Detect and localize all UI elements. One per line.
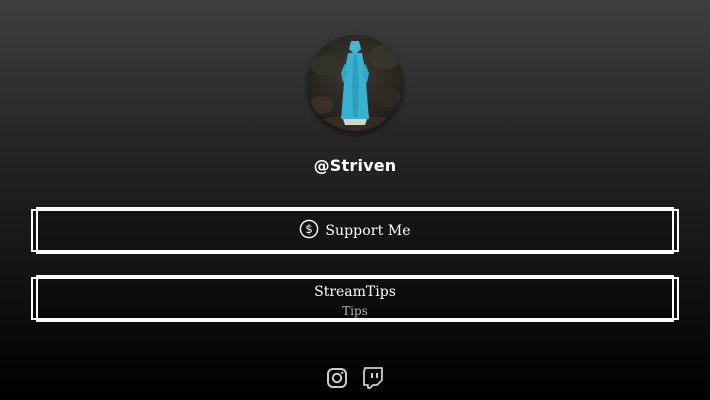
avatar xyxy=(307,35,403,131)
streamtips-title: StreamTips xyxy=(314,284,396,300)
dollar-circle-icon: $ xyxy=(299,219,319,239)
instagram-icon[interactable] xyxy=(325,366,349,390)
avatar-image xyxy=(307,35,403,131)
support-me-button[interactable]: $ Support Me xyxy=(31,207,679,254)
streamtips-subtitle: Tips xyxy=(342,304,368,318)
support-me-label: Support Me xyxy=(325,222,411,239)
social-links xyxy=(0,366,710,390)
profile-handle: @Striven xyxy=(313,156,397,175)
svg-text:$: $ xyxy=(306,222,313,236)
streamtips-button[interactable]: StreamTips Tips xyxy=(31,275,679,322)
twitch-icon[interactable] xyxy=(361,366,385,390)
